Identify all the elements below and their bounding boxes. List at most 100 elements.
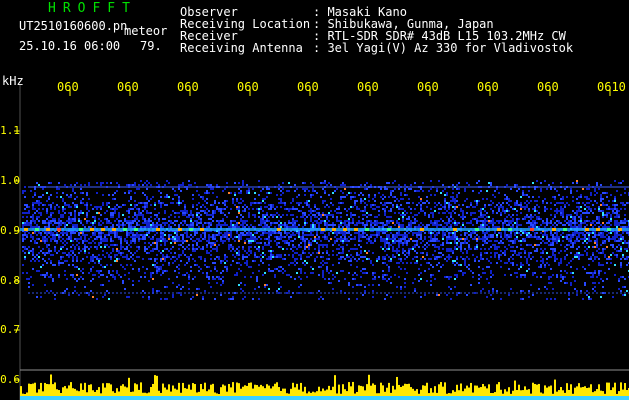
noise-pixel xyxy=(468,264,470,266)
noise-pixel xyxy=(550,214,552,216)
noise-pixel xyxy=(298,254,300,256)
noise-pixel xyxy=(562,210,564,212)
noise-pixel xyxy=(238,234,240,236)
noise-pixel xyxy=(180,190,182,192)
noise-pixel xyxy=(504,234,506,236)
noise-pixel xyxy=(178,224,180,226)
noise-pixel xyxy=(364,188,366,190)
noise-pixel xyxy=(60,236,62,238)
noise-pixel xyxy=(340,184,342,186)
noise-pixel xyxy=(122,224,124,226)
noise-pixel xyxy=(394,196,396,198)
noise-pixel xyxy=(156,248,158,250)
noise-pixel xyxy=(288,182,290,184)
noise-pixel xyxy=(232,238,234,240)
noise-pixel xyxy=(350,198,352,200)
noise-pixel xyxy=(24,248,26,250)
noise-pixel xyxy=(142,238,144,240)
noise-pixel xyxy=(392,196,394,198)
noise-pixel xyxy=(200,222,202,224)
noise-pixel xyxy=(156,268,158,270)
noise-pixel xyxy=(406,194,408,196)
noise-pixel xyxy=(114,254,116,256)
noise-pixel xyxy=(264,216,266,218)
noise-pixel xyxy=(242,200,244,202)
noise-pixel xyxy=(592,274,594,276)
noise-pixel xyxy=(304,202,306,204)
noise-pixel xyxy=(212,212,214,214)
noise-pixel xyxy=(62,238,64,240)
noise-pixel xyxy=(448,212,450,214)
noise-pixel xyxy=(444,202,446,204)
noise-pixel xyxy=(244,210,246,212)
noise-pixel xyxy=(496,248,498,250)
noise-pixel xyxy=(194,276,196,278)
noise-pixel xyxy=(154,204,156,206)
noise-pixel xyxy=(526,258,528,260)
noise-pixel xyxy=(160,202,162,204)
noise-pixel xyxy=(504,210,506,212)
noise-pixel xyxy=(40,212,42,214)
noise-pixel xyxy=(242,256,244,258)
noise-pixel xyxy=(408,222,410,224)
noise-pixel xyxy=(600,232,602,234)
noise-pixel xyxy=(506,224,508,226)
noise-pixel xyxy=(198,226,200,228)
noise-pixel xyxy=(130,224,132,226)
noise-pixel xyxy=(456,238,458,240)
noise-pixel xyxy=(50,214,52,216)
noise-pixel xyxy=(212,276,214,278)
noise-pixel xyxy=(410,238,412,240)
noise-pixel xyxy=(206,274,208,276)
noise-pixel xyxy=(528,256,530,258)
noise-pixel xyxy=(574,224,576,226)
noise-pixel xyxy=(282,182,284,184)
noise-pixel xyxy=(478,274,480,276)
noise-pixel xyxy=(348,192,350,194)
noise-pixel xyxy=(546,242,548,244)
noise-pixel xyxy=(476,202,478,204)
noise-pixel xyxy=(348,240,350,242)
noise-pixel xyxy=(398,242,400,244)
noise-pixel xyxy=(52,280,54,282)
noise-pixel xyxy=(570,252,572,254)
noise-pixel xyxy=(214,262,216,264)
noise-pixel xyxy=(552,288,554,290)
noise-pixel xyxy=(540,260,542,262)
noise-pixel xyxy=(554,214,556,216)
noise-pixel xyxy=(226,234,228,236)
noise-pixel xyxy=(550,234,552,236)
noise-pixel xyxy=(490,182,492,184)
noise-pixel xyxy=(310,194,312,196)
noise-pixel xyxy=(356,248,358,250)
noise-pixel xyxy=(390,260,392,262)
noise-pixel xyxy=(488,290,490,292)
noise-pixel xyxy=(616,210,618,212)
noise-pixel xyxy=(164,258,166,260)
noise-pixel xyxy=(136,224,138,226)
noise-pixel xyxy=(230,208,232,210)
noise-pixel xyxy=(366,238,368,240)
noise-pixel xyxy=(544,266,546,268)
noise-pixel xyxy=(338,262,340,264)
noise-pixel xyxy=(48,204,50,206)
noise-pixel xyxy=(524,194,526,196)
noise-pixel xyxy=(242,206,244,208)
noise-pixel xyxy=(276,232,278,234)
noise-pixel xyxy=(102,202,104,204)
noise-pixel xyxy=(152,224,154,226)
noise-pixel xyxy=(596,222,598,224)
noise-pixel xyxy=(524,274,526,276)
noise-pixel xyxy=(354,238,356,240)
noise-pixel xyxy=(120,220,122,222)
noise-pixel xyxy=(412,222,414,224)
noise-pixel xyxy=(338,248,340,250)
noise-pixel xyxy=(46,222,48,224)
noise-pixel xyxy=(596,192,598,194)
noise-pixel xyxy=(240,224,242,226)
noise-pixel xyxy=(462,222,464,224)
noise-pixel xyxy=(378,192,380,194)
noise-pixel xyxy=(56,232,58,234)
noise-pixel xyxy=(516,238,518,240)
spectrogram xyxy=(14,85,629,400)
